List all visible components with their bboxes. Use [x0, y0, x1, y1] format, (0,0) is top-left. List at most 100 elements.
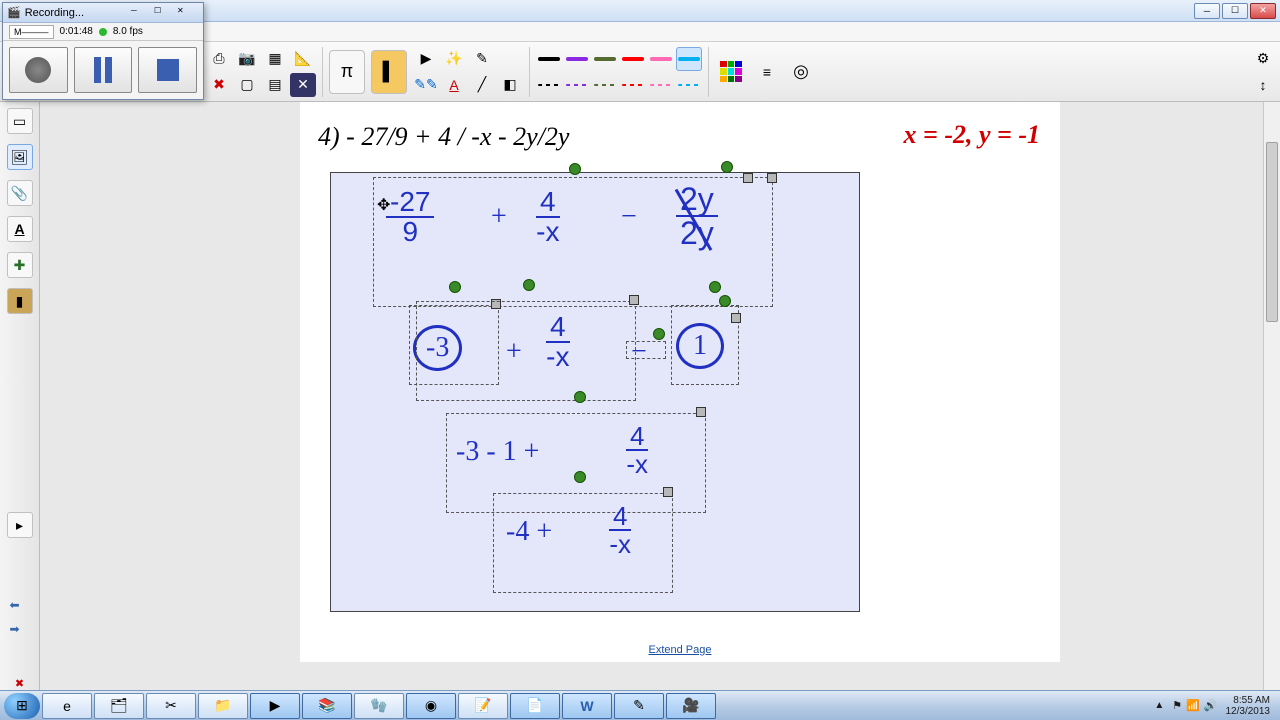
tray-expand-icon[interactable]: ▲: [1154, 700, 1164, 711]
pen-black[interactable]: [536, 47, 562, 71]
next-page-arrow[interactable]: ➡: [10, 622, 30, 636]
extend-page-link[interactable]: Extend Page: [649, 644, 712, 656]
task-doc[interactable]: 📄: [510, 693, 560, 719]
record-button[interactable]: [9, 47, 68, 93]
close-tool-icon[interactable]: ✕: [290, 73, 316, 97]
start-button[interactable]: ⊞: [4, 693, 40, 719]
minimize-button[interactable]: ─: [1194, 3, 1220, 19]
selection-box-2d[interactable]: [671, 305, 739, 385]
magic-pen-icon[interactable]: ✨: [441, 47, 467, 71]
pen-dashed-6[interactable]: [676, 73, 702, 97]
menu-handle-2b[interactable]: [629, 295, 639, 305]
recording-window[interactable]: 🎬 Recording... ─ ☐ ✕ M——— 0:01:48 8.0 fp…: [2, 2, 204, 100]
transparency-button[interactable]: ◎: [787, 50, 815, 94]
vertical-scrollbar[interactable]: [1263, 102, 1280, 690]
task-snip[interactable]: ✂: [146, 693, 196, 719]
shape-recognition-icon[interactable]: ✎: [469, 47, 495, 71]
pointer-icon[interactable]: ▶: [413, 47, 439, 71]
pen-blue[interactable]: [676, 47, 702, 71]
pens-icon[interactable]: ✎✎: [413, 73, 439, 97]
rotate-handle-3[interactable]: [574, 471, 586, 483]
tray-volume-icon[interactable]: 🔊: [1204, 699, 1218, 712]
tray-clock[interactable]: 8:55 AM 12/3/2013: [1226, 695, 1271, 717]
pen-dashed-1[interactable]: [536, 73, 562, 97]
page-sorter-tab[interactable]: ▭: [7, 108, 33, 134]
notes-button[interactable]: ▌: [371, 50, 407, 94]
screen-shade-icon[interactable]: ▢: [234, 73, 260, 97]
rotate-handle-2d[interactable]: [653, 328, 665, 340]
settings-gear-icon[interactable]: ⚙: [1252, 48, 1274, 70]
pen-dashed-5[interactable]: [648, 73, 674, 97]
trash-icon[interactable]: ✖: [13, 676, 27, 690]
task-chrome[interactable]: ◉: [406, 693, 456, 719]
pen-red[interactable]: [620, 47, 646, 71]
line-style-button[interactable]: ≡: [753, 50, 781, 94]
close-button[interactable]: ✕: [1250, 3, 1276, 19]
selection-box-2c[interactable]: [626, 341, 666, 359]
math-tools-button[interactable]: π: [329, 50, 365, 94]
rec-maximize-button[interactable]: ☐: [154, 6, 176, 20]
rotate-handle-1b[interactable]: [721, 161, 733, 173]
task-notebook[interactable]: ✎: [614, 693, 664, 719]
rotate-handle-2c[interactable]: [574, 391, 586, 403]
rotate-handle-2b[interactable]: [523, 279, 535, 291]
delete-icon[interactable]: ✖: [206, 73, 232, 97]
pen-pink[interactable]: [648, 47, 674, 71]
pen-dashed-4[interactable]: [620, 73, 646, 97]
addons-tab[interactable]: ✚: [7, 252, 33, 278]
move-toolbar-icon[interactable]: ↕: [1252, 74, 1274, 96]
rotate-handle-2a[interactable]: [449, 281, 461, 293]
menu-handle-2d[interactable]: [731, 313, 741, 323]
camera-icon[interactable]: 📷: [234, 47, 260, 71]
pause-button[interactable]: [74, 47, 133, 93]
screen-capture-icon[interactable]: ⎙: [206, 47, 232, 71]
rotate-handle-2e[interactable]: [709, 281, 721, 293]
scroll-thumb[interactable]: [1266, 142, 1278, 322]
expand-tab[interactable]: ▸: [7, 512, 33, 538]
task-folder[interactable]: 📁: [198, 693, 248, 719]
selection-box-2b[interactable]: [416, 301, 636, 401]
gallery-tab[interactable]: 🖼: [7, 144, 33, 170]
task-glove[interactable]: 🧤: [354, 693, 404, 719]
rotate-handle-1[interactable]: [569, 163, 581, 175]
task-explorer[interactable]: 🗂: [94, 693, 144, 719]
rec-close-button[interactable]: ✕: [177, 6, 199, 20]
recording-titlebar[interactable]: 🎬 Recording... ─ ☐ ✕: [3, 3, 203, 23]
prev-page-arrow[interactable]: ⬅: [10, 598, 30, 612]
text-icon[interactable]: A: [441, 73, 467, 97]
rec-minimize-button[interactable]: ─: [131, 6, 153, 20]
grid-icon[interactable]: ▤: [262, 73, 288, 97]
tray-flag-icon[interactable]: ⚑: [1172, 699, 1182, 712]
pen-dashed-2[interactable]: [564, 73, 590, 97]
table-icon[interactable]: ▦: [262, 47, 288, 71]
stop-button[interactable]: [138, 47, 197, 93]
maximize-button[interactable]: ☐: [1222, 3, 1248, 19]
menu-handle-3[interactable]: [696, 407, 706, 417]
recording-menu-dropdown[interactable]: M———: [9, 25, 54, 39]
properties-tab[interactable]: A: [7, 216, 33, 242]
line-icon[interactable]: ╱: [469, 73, 495, 97]
canvas-area[interactable]: 4) - 27/9 + 4 / -x - 2y/2y x = -2, y = -…: [40, 102, 1280, 690]
color-picker-button[interactable]: [715, 50, 747, 94]
eraser-icon[interactable]: ◧: [497, 73, 523, 97]
attachments-tab[interactable]: 📎: [7, 180, 33, 206]
task-media[interactable]: ▶: [250, 693, 300, 719]
tray-network-icon[interactable]: 📶: [1186, 699, 1200, 712]
task-ie[interactable]: e: [42, 693, 92, 719]
selection-box-4[interactable]: [493, 493, 673, 593]
resize-handle-1[interactable]: [743, 173, 753, 183]
activity-tab[interactable]: ▮: [7, 288, 33, 314]
task-recorder[interactable]: 🎥: [666, 693, 716, 719]
rotate-handle-2f[interactable]: [719, 295, 731, 307]
task-notes[interactable]: 📝: [458, 693, 508, 719]
ruler-icon[interactable]: 📐: [290, 47, 316, 71]
pen-purple[interactable]: [564, 47, 590, 71]
task-books[interactable]: 📚: [302, 693, 352, 719]
menu-handle-4[interactable]: [663, 487, 673, 497]
menu-handle-1[interactable]: [767, 173, 777, 183]
pen-dashed-3[interactable]: [592, 73, 618, 97]
notebook-page[interactable]: 4) - 27/9 + 4 / -x - 2y/2y x = -2, y = -…: [300, 102, 1060, 662]
task-word[interactable]: W: [562, 693, 612, 719]
pen-olive[interactable]: [592, 47, 618, 71]
work-area[interactable]: -27 9 + 4 -x − 2y 2y: [330, 172, 860, 612]
